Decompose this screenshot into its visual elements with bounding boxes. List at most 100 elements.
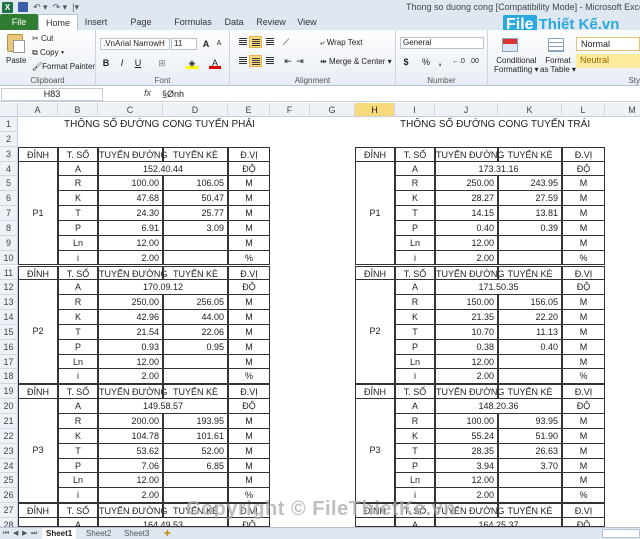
left-embankment-value[interactable]: 193.95 bbox=[163, 414, 228, 429]
left-embankment-value[interactable] bbox=[163, 473, 228, 489]
right-angle-value[interactable]: 171.50.35 bbox=[435, 280, 562, 296]
left-embankment-value[interactable]: 6.85 bbox=[163, 458, 228, 474]
left-unit-cell[interactable]: M bbox=[228, 354, 270, 370]
style-neutral[interactable]: Neutral bbox=[576, 54, 640, 68]
comma-icon[interactable]: , bbox=[434, 56, 446, 68]
left-header-cell[interactable]: Đ.VỊ bbox=[228, 265, 270, 281]
row-header-25[interactable]: 25 bbox=[0, 473, 18, 489]
row-header-24[interactable]: 24 bbox=[0, 458, 18, 474]
left-header-cell[interactable]: T. SỐ bbox=[58, 265, 98, 281]
right-embankment-value[interactable] bbox=[498, 354, 562, 370]
right-peak-cell[interactable]: P1 bbox=[355, 161, 395, 266]
row-header-13[interactable]: 13 bbox=[0, 295, 18, 311]
right-road-value[interactable]: 100.00 bbox=[435, 414, 498, 429]
right-unit-cell[interactable]: ĐỘ bbox=[562, 517, 605, 530]
right-road-value[interactable]: 12.00 bbox=[435, 235, 498, 251]
tab-page-layout[interactable]: Page Layout bbox=[116, 14, 166, 43]
right-header-cell[interactable]: T. SỐ bbox=[395, 265, 435, 281]
left-param-label[interactable]: R bbox=[58, 414, 98, 429]
right-unit-cell[interactable]: % bbox=[562, 250, 605, 266]
left-embankment-value[interactable]: 101.61 bbox=[163, 428, 228, 444]
left-header-cell[interactable]: T. SỐ bbox=[58, 146, 98, 162]
paste-icon[interactable] bbox=[7, 34, 25, 53]
right-header-cell[interactable]: TUYẾN KÈ bbox=[498, 503, 562, 518]
right-unit-cell[interactable]: M bbox=[562, 414, 605, 429]
right-unit-cell[interactable]: % bbox=[562, 369, 605, 385]
left-embankment-value[interactable]: 106.05 bbox=[163, 176, 228, 192]
column-header-e[interactable]: E bbox=[228, 103, 270, 117]
right-unit-cell[interactable]: ĐỘ bbox=[562, 399, 605, 414]
right-embankment-value[interactable]: 51.90 bbox=[498, 428, 562, 444]
left-header-cell[interactable]: Đ.VỊ bbox=[228, 146, 270, 162]
left-header-cell[interactable]: Đ.VỊ bbox=[228, 384, 270, 400]
column-header-c[interactable]: C bbox=[98, 103, 163, 117]
left-road-value[interactable]: 2.00 bbox=[98, 250, 163, 266]
conditional-formatting-button[interactable]: Conditional Formatting ▾ bbox=[494, 56, 538, 74]
row-header-14[interactable]: 14 bbox=[0, 310, 18, 325]
right-param-label[interactable]: R bbox=[395, 176, 435, 192]
left-header-cell[interactable]: TUYẾN ĐƯỜNG bbox=[98, 265, 167, 281]
orientation-icon[interactable]: ⟋ bbox=[280, 36, 292, 48]
row-header-10[interactable]: 10 bbox=[0, 250, 18, 266]
row-header-26[interactable]: 26 bbox=[0, 488, 18, 504]
right-unit-cell[interactable]: M bbox=[562, 206, 605, 221]
sheet-tab-sheet1[interactable]: Sheet1 bbox=[42, 528, 77, 539]
right-header-cell[interactable]: T. SỐ bbox=[395, 384, 435, 400]
left-road-value[interactable]: 2.00 bbox=[98, 488, 163, 504]
row-header-2[interactable]: 2 bbox=[0, 131, 18, 147]
right-unit-cell[interactable]: M bbox=[562, 324, 605, 340]
left-header-cell[interactable]: TUYẾN ĐƯỜNG bbox=[98, 146, 167, 162]
horizontal-scrollbar[interactable] bbox=[602, 529, 640, 538]
left-param-label[interactable]: P bbox=[58, 339, 98, 355]
right-embankment-value[interactable]: 27.59 bbox=[498, 191, 562, 207]
left-embankment-value[interactable]: 22.06 bbox=[163, 324, 228, 340]
align-middle-icon[interactable] bbox=[249, 36, 262, 48]
fill-color-icon[interactable]: ◈ bbox=[186, 57, 198, 69]
right-embankment-value[interactable] bbox=[498, 235, 562, 251]
row-header-19[interactable]: 19 bbox=[0, 384, 18, 400]
right-param-label[interactable]: T bbox=[395, 443, 435, 459]
style-normal[interactable]: Normal bbox=[576, 37, 640, 51]
left-embankment-value[interactable]: 44.00 bbox=[163, 310, 228, 325]
row-header-4[interactable]: 4 bbox=[0, 161, 18, 177]
right-unit-cell[interactable]: M bbox=[562, 310, 605, 325]
right-angle-value[interactable]: 173.31.16 bbox=[435, 161, 562, 177]
right-param-label[interactable]: Ln bbox=[395, 235, 435, 251]
right-road-value[interactable]: 55.24 bbox=[435, 428, 498, 444]
left-unit-cell[interactable]: M bbox=[228, 176, 270, 192]
right-embankment-value[interactable]: 3.70 bbox=[498, 458, 562, 474]
left-header-cell[interactable]: T. SỐ bbox=[58, 384, 98, 400]
right-param-label[interactable]: P bbox=[395, 220, 435, 236]
left-unit-cell[interactable]: ĐỘ bbox=[228, 399, 270, 414]
right-header-cell[interactable]: TUYẾN KÈ bbox=[498, 146, 562, 162]
tab-data[interactable]: Data bbox=[222, 14, 246, 30]
left-road-value[interactable]: 200.00 bbox=[98, 414, 163, 429]
row-header-27[interactable]: 27 bbox=[0, 503, 18, 518]
shrink-font-icon[interactable]: A bbox=[213, 38, 225, 50]
right-param-label[interactable]: T bbox=[395, 206, 435, 221]
right-embankment-value[interactable]: 11.13 bbox=[498, 324, 562, 340]
tab-home[interactable]: Home bbox=[38, 14, 78, 31]
tab-formulas[interactable]: Formulas bbox=[174, 14, 212, 30]
row-header-18[interactable]: 18 bbox=[0, 369, 18, 385]
right-header-cell[interactable]: Đ.VỊ bbox=[562, 265, 605, 281]
right-header-cell[interactable]: TUYẾN KÈ bbox=[498, 265, 562, 281]
percent-icon[interactable]: % bbox=[420, 56, 432, 68]
right-header-cell[interactable]: T. SỐ bbox=[395, 146, 435, 162]
right-header-cell[interactable]: Đ.VỊ bbox=[562, 503, 605, 518]
left-param-label[interactable]: T bbox=[58, 206, 98, 221]
right-unit-cell[interactable]: M bbox=[562, 473, 605, 489]
format-as-table-button[interactable]: Format as Table ▾ bbox=[540, 56, 576, 74]
merge-center-button[interactable]: ⇹ Merge & Center ▾ bbox=[320, 57, 392, 66]
row-header-11[interactable]: 11 bbox=[0, 265, 18, 281]
left-header-cell[interactable]: ĐỈNH bbox=[18, 384, 58, 400]
left-embankment-value[interactable]: 0.95 bbox=[163, 339, 228, 355]
insert-function-icon[interactable]: fx bbox=[144, 88, 151, 98]
cut-button[interactable]: ✂ Cut bbox=[32, 34, 53, 43]
undo-icon[interactable]: ↶ ▾ bbox=[33, 1, 48, 13]
left-unit-cell[interactable]: % bbox=[228, 250, 270, 266]
right-param-label[interactable]: R bbox=[395, 295, 435, 311]
right-param-label[interactable]: T bbox=[395, 324, 435, 340]
right-unit-cell[interactable]: ĐỘ bbox=[562, 280, 605, 296]
sheet-tab-sheet3[interactable]: Sheet3 bbox=[120, 528, 153, 539]
